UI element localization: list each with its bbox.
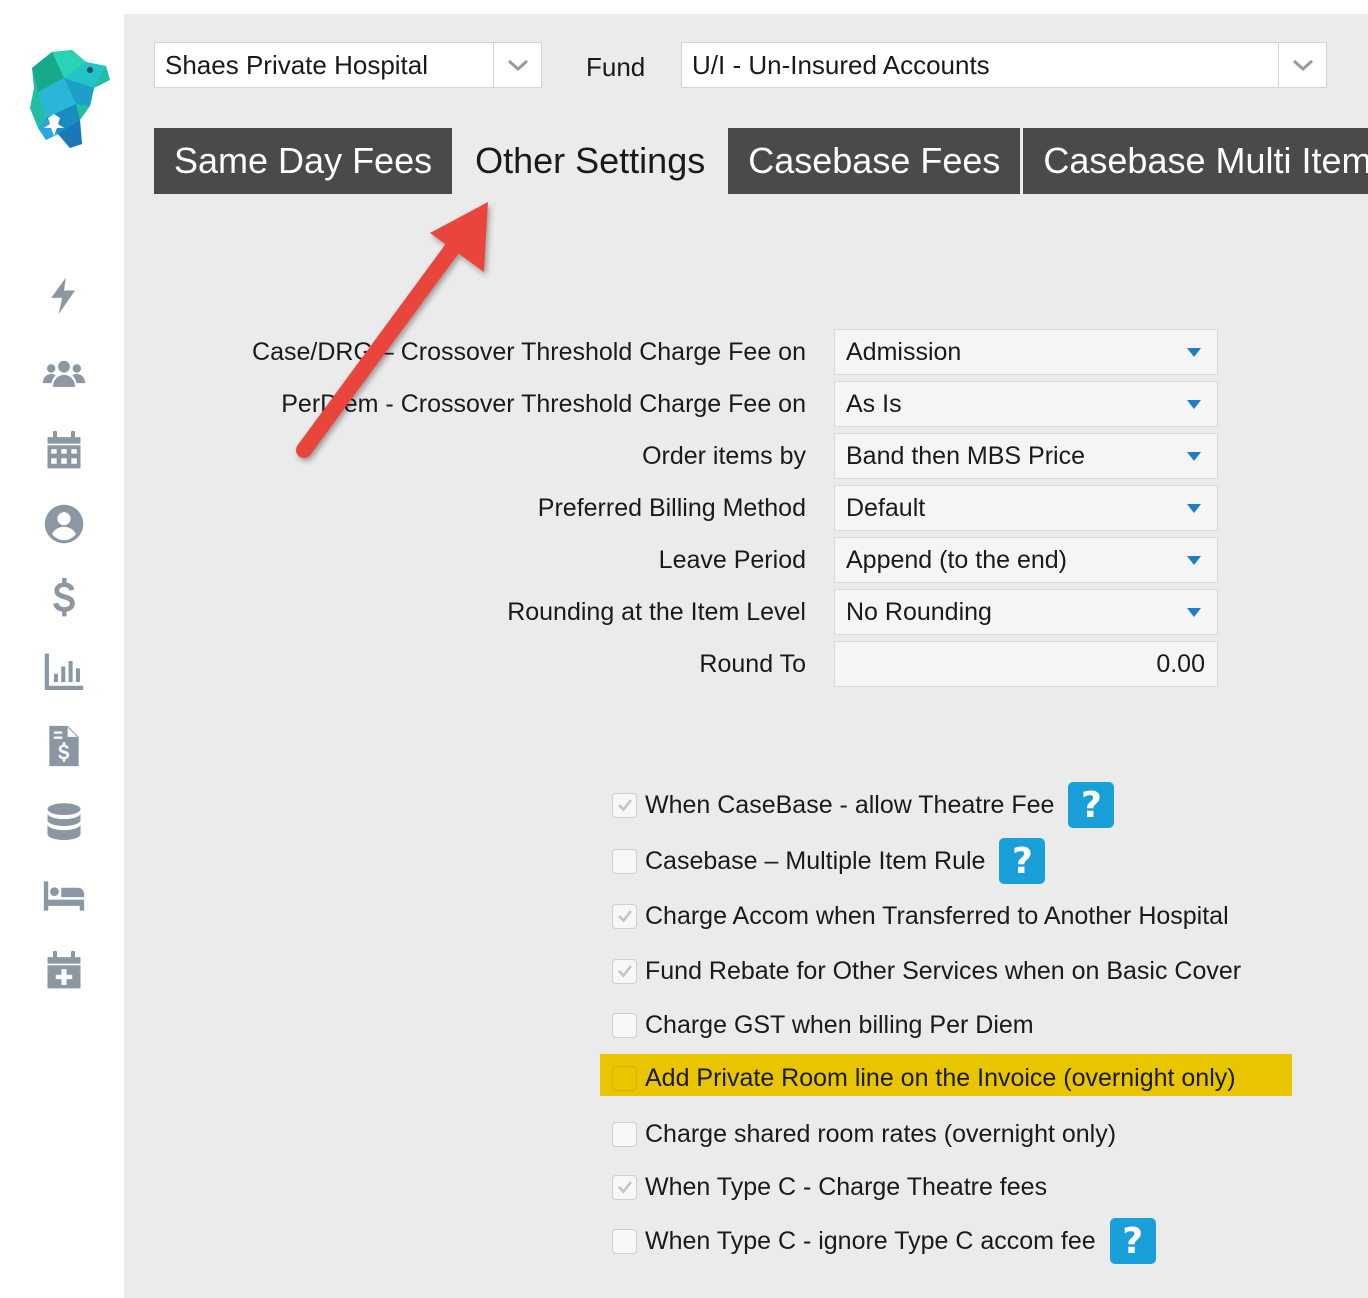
chevron-down-icon[interactable]: [1278, 43, 1326, 87]
help-icon[interactable]: ?: [1068, 782, 1115, 828]
tab-casebase-fees[interactable]: Casebase Fees: [728, 128, 1021, 194]
checkbox-label: Charge GST when billing Per Diem: [645, 1010, 1034, 1039]
order-items-row: Order items by Band then MBS Price: [124, 433, 1224, 479]
order-items-value: Band then MBS Price: [846, 441, 1086, 470]
caret-down-icon: [1171, 503, 1217, 513]
dollar-icon[interactable]: [40, 574, 88, 622]
tab-casebase-multi-item[interactable]: Casebase Multi Item: [1023, 128, 1368, 194]
user-circle-icon[interactable]: [40, 500, 88, 548]
checkbox[interactable]: [612, 958, 637, 984]
checkbox-label: Charge Accom when Transferred to Another…: [645, 901, 1229, 930]
app-logo: [30, 50, 110, 148]
bed-icon[interactable]: [40, 872, 88, 920]
help-icon[interactable]: ?: [1109, 1218, 1156, 1264]
checkbox-row-type-c-theatre: When Type C - Charge Theatre fees: [612, 1164, 1047, 1210]
tab-same-day-fees[interactable]: Same Day Fees: [154, 128, 453, 194]
checkbox-label: Charge shared room rates (overnight only…: [645, 1119, 1117, 1148]
sidebar: [0, 0, 124, 1298]
settings-panel: Shaes Private Hospital Fund U/I - Un-Ins…: [124, 14, 1368, 1298]
order-items-label: Order items by: [642, 442, 806, 470]
settings-tabs: Same Day Fees Other Settings Casebase Fe…: [154, 128, 1368, 194]
rounding-row: Rounding at the Item Level No Rounding: [124, 589, 1224, 635]
checkbox-row-gst: Charge GST when billing Per Diem: [612, 1002, 1034, 1048]
checkbox-row-charge-accom: Charge Accom when Transferred to Another…: [612, 893, 1229, 939]
fund-select[interactable]: U/I - Un-Insured Accounts: [681, 42, 1327, 88]
per-diem-value: As Is: [846, 389, 902, 418]
checkbox-label: Fund Rebate for Other Services when on B…: [645, 956, 1242, 985]
case-drg-label: Case/DRG – Crossover Threshold Charge Fe…: [252, 338, 806, 366]
fund-select-value: U/I - Un-Insured Accounts: [692, 49, 990, 80]
checkbox-label: When Type C - Charge Theatre fees: [645, 1172, 1048, 1201]
billing-method-value: Default: [846, 493, 926, 522]
chevron-down-icon[interactable]: [493, 43, 541, 87]
round-to-input[interactable]: 0.00: [834, 641, 1218, 687]
tab-other-settings[interactable]: Other Settings: [455, 128, 726, 194]
order-items-dropdown[interactable]: Band then MBS Price: [834, 433, 1218, 479]
leave-period-label: Leave Period: [658, 546, 806, 574]
hospital-select-value: Shaes Private Hospital: [165, 49, 429, 80]
help-icon[interactable]: ?: [999, 838, 1046, 884]
leave-period-dropdown[interactable]: Append (to the end): [834, 537, 1218, 583]
caret-down-icon: [1171, 607, 1217, 617]
checkbox[interactable]: [612, 903, 637, 929]
leave-period-row: Leave Period Append (to the end): [124, 537, 1224, 583]
checkbox-row-shared-room: Charge shared room rates (overnight only…: [612, 1111, 1116, 1157]
billing-method-dropdown[interactable]: Default: [834, 485, 1218, 531]
caret-down-icon: [1171, 347, 1217, 357]
case-drg-row: Case/DRG – Crossover Threshold Charge Fe…: [124, 329, 1224, 375]
leave-period-value: Append (to the end): [846, 545, 1067, 574]
rounding-value: No Rounding: [846, 597, 992, 626]
checkbox[interactable]: [612, 1121, 637, 1147]
bolt-icon[interactable]: [40, 272, 88, 320]
checkbox-label: When CaseBase - allow Theatre Fee: [645, 790, 1055, 819]
checkbox-row-type-c-accom: When Type C - ignore Type C accom fee ?: [612, 1218, 1156, 1264]
round-to-label: Round To: [699, 650, 806, 678]
checkbox-row-private-room: Add Private Room line on the Invoice (ov…: [612, 1055, 1236, 1101]
checkbox[interactable]: [612, 1065, 637, 1091]
checkbox[interactable]: [612, 792, 637, 818]
round-to-row: Round To 0.00: [124, 641, 1224, 687]
checkbox-label: Add Private Room line on the Invoice (ov…: [645, 1063, 1236, 1092]
caret-down-icon: [1171, 555, 1217, 565]
case-drg-value: Admission: [846, 337, 962, 366]
bar-chart-icon[interactable]: [40, 648, 88, 696]
fund-label: Fund: [586, 52, 646, 82]
billing-method-row: Preferred Billing Method Default: [124, 485, 1224, 531]
database-icon[interactable]: [40, 798, 88, 846]
calendar-icon[interactable]: [40, 426, 88, 474]
checkbox-label: Casebase – Multiple Item Rule: [645, 846, 986, 875]
calendar-plus-icon[interactable]: [40, 946, 88, 994]
rounding-dropdown[interactable]: No Rounding: [834, 589, 1218, 635]
checkbox[interactable]: [612, 848, 637, 874]
per-diem-row: PerDiem - Crossover Threshold Charge Fee…: [124, 381, 1224, 427]
per-diem-label: PerDiem - Crossover Threshold Charge Fee…: [281, 390, 806, 418]
checkbox-row-theatre-fee: When CaseBase - allow Theatre Fee ?: [612, 782, 1115, 828]
checkbox[interactable]: [612, 1174, 637, 1200]
case-drg-dropdown[interactable]: Admission: [834, 329, 1218, 375]
per-diem-dropdown[interactable]: As Is: [834, 381, 1218, 427]
checkbox-row-fund-rebate: Fund Rebate for Other Services when on B…: [612, 948, 1241, 994]
checkbox[interactable]: [612, 1012, 637, 1038]
checkbox-row-multiple-item: Casebase – Multiple Item Rule ?: [612, 838, 1046, 884]
users-icon[interactable]: [40, 350, 88, 398]
checkbox[interactable]: [612, 1228, 637, 1254]
invoice-icon[interactable]: [40, 722, 88, 770]
caret-down-icon: [1171, 451, 1217, 461]
hospital-select[interactable]: Shaes Private Hospital: [154, 42, 542, 88]
checkbox-label: When Type C - ignore Type C accom fee: [645, 1226, 1096, 1255]
caret-down-icon: [1171, 399, 1217, 409]
billing-method-label: Preferred Billing Method: [537, 494, 806, 522]
rounding-label: Rounding at the Item Level: [507, 598, 806, 626]
